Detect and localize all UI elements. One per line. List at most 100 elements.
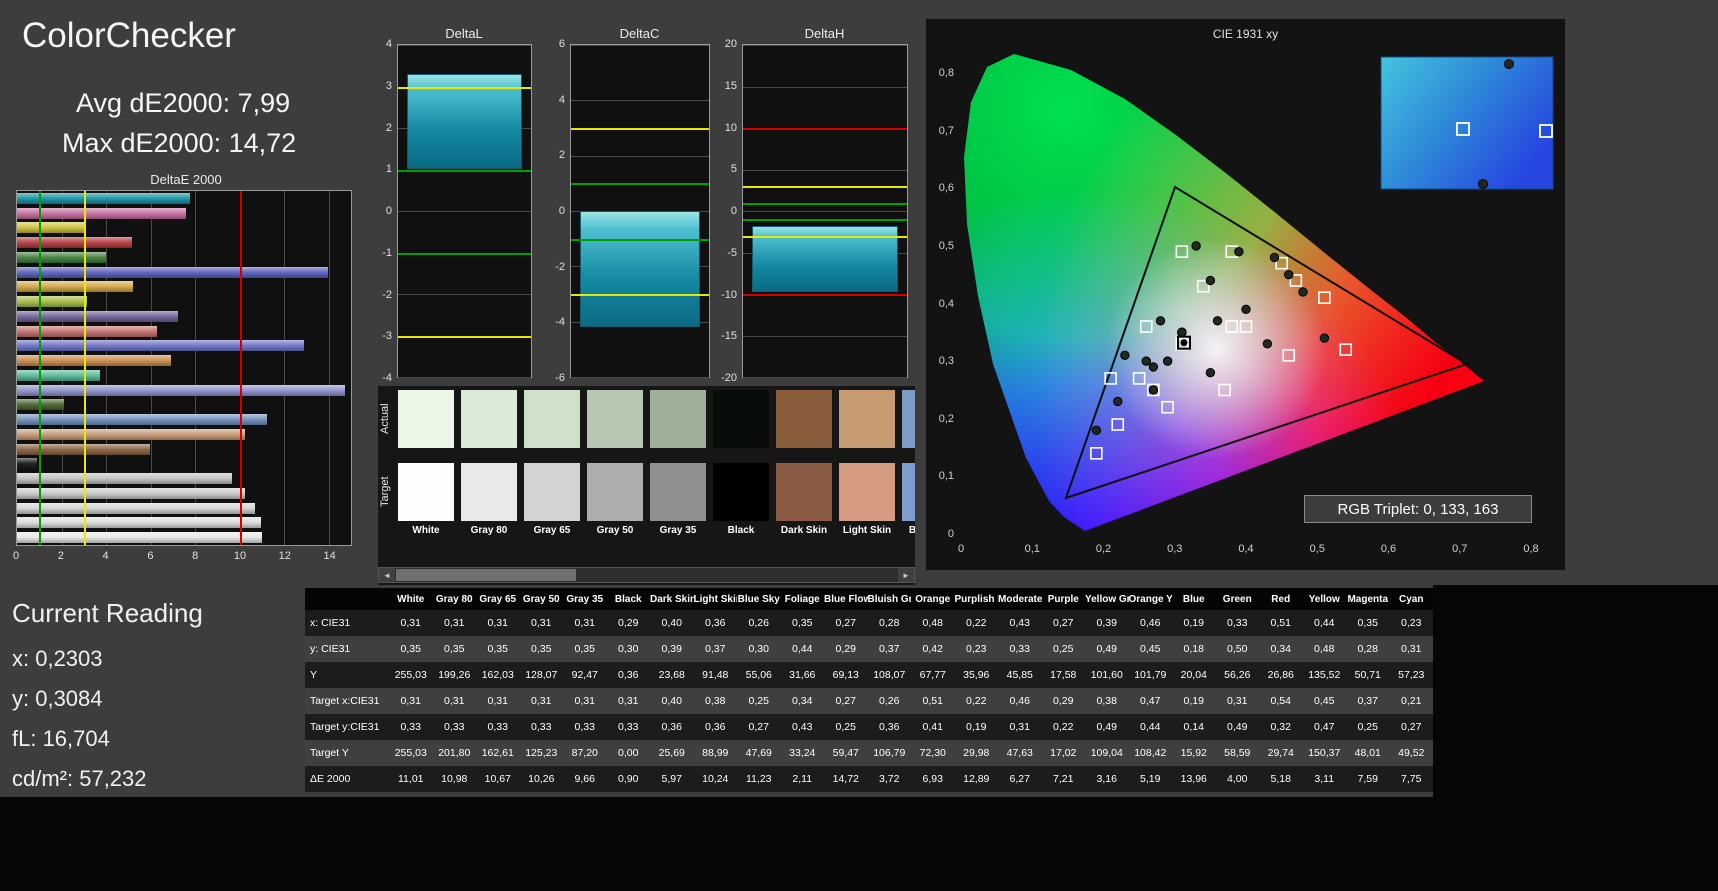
table-cell: 0,43 [1009,617,1030,629]
column-header: Purple [1041,588,1085,610]
table-cell: 0,44 [792,643,813,655]
table-cell: 128,07 [525,669,558,681]
table-cell: 0,31 [1009,721,1030,733]
table-cell: 14,72 [832,773,859,785]
table-cell: 0,42 [922,643,943,655]
table-cell: 201,80 [438,747,471,759]
table-cell: 10,24 [702,773,729,785]
table-cell: 0,36 [705,721,726,733]
column-header: Gray 65 [476,588,520,610]
table-cell: 0,37 [1357,695,1378,707]
deltae-x-tick: 12 [278,550,291,562]
table-cell: 10,67 [484,773,511,785]
table-cell: 162,03 [481,669,514,681]
table-cell: 0,26 [748,617,769,629]
table-cell: 150,37 [1308,747,1341,759]
table-cell: 5,97 [661,773,682,785]
table-cell: 4,00 [1227,773,1248,785]
scroll-left-button[interactable]: ◄ [379,568,395,582]
table-cell: 5,19 [1140,773,1161,785]
table-cell: 15,92 [1180,747,1207,759]
column-header: Cyan [1389,588,1433,610]
deltae-x-axis: 0 2 4 6 8 10 12 14 [12,550,352,568]
table-cell: 0,32 [1270,721,1291,733]
table-cell: 0,27 [748,721,769,733]
table-cell: 25,69 [658,747,685,759]
gridline [571,377,709,378]
table-cell: 0,28 [879,617,900,629]
scrollbar-thumb[interactable] [396,569,576,581]
reading-fl-value: fL: 16,704 [12,726,110,751]
ref-line [571,128,709,130]
measured-point [1091,425,1102,435]
actual-swatch-gray-65 [524,390,580,448]
ref-line [571,294,709,296]
table-cell: 6,93 [922,773,943,785]
y-tick: 6 [558,38,565,50]
target-swatch-gray-65 [524,463,580,521]
deltal-chart: DeltaL 4 3 2 1 0 -1 -2 -3 -4 [375,24,533,384]
deltal-plot-area [397,44,532,378]
y-tick: 15 [724,79,737,92]
swatch-label: Gray 65 [533,525,571,536]
table-cell: 0,46 [1140,617,1161,629]
actual-swatch-light-skin [839,390,895,448]
table-cell: 0,39 [661,643,682,655]
target-swatch-gray-50 [587,463,643,521]
chart-title: DeltaE 2000 [150,172,222,187]
table-cell: 50,71 [1354,669,1381,681]
column-header: Magenta [1346,588,1390,610]
table-cell: 0,23 [966,643,987,655]
column-header: Moderate Red [998,588,1042,610]
deltac-y-axis: 6 4 2 0 -2 -4 -6 [548,38,568,384]
ref-line [398,86,531,89]
ref-line [571,183,709,186]
chart-title: DeltaL [445,26,483,41]
measured-point [1155,316,1166,326]
table-cell: 0,36 [705,617,726,629]
table-cell: 0,31 [1401,643,1422,655]
y-tick: -20 [721,372,737,384]
reading-y-value: y: 0,3084 [12,686,103,711]
deltac-bar [580,211,700,328]
measured-point [1262,339,1273,349]
table-cell: 0,48 [1314,643,1335,655]
table-cell: 0,26 [879,695,900,707]
swatch-label: Gray 35 [659,525,697,536]
table-cell: 108,07 [873,669,906,681]
table-cell: 0,31 [400,617,421,629]
gridline [743,335,907,337]
reading-x-value: x: 0,2303 [12,646,103,671]
swatch-label: White [412,525,440,536]
target-swatch-dark-skin [776,463,832,521]
table-cell: 0,25 [835,721,856,733]
scroll-right-button[interactable]: ► [898,568,914,582]
table-cell: 0,18 [1183,643,1204,655]
column-header: Gray 50 [519,588,563,610]
table-cell: 0,31 [487,617,508,629]
measured-point [1141,356,1151,366]
measured-point [1212,316,1223,326]
gridline [398,377,531,378]
table-cell: 45,85 [1006,669,1033,681]
table-cell: 11,01 [398,773,424,785]
rgb-triplet-label: RGB Triplet: 0, 133, 163 [1304,495,1532,523]
table-cell: 0,35 [444,643,465,655]
swatch-scrollbar[interactable]: ◄ ► [378,567,915,583]
y-tick: 2 [385,121,392,134]
table-cell: 47,69 [745,747,772,759]
table-cell: 0,48 [922,617,943,629]
deltae-x-tick: 0 [12,550,20,562]
inset-measured-dot [1504,59,1514,69]
actual-swatch-gray-50 [587,390,643,448]
deltae-x-tick: 2 [57,550,64,562]
measured-point [1205,275,1216,286]
target-row-label: Target [379,476,391,508]
y-tick: -6 [555,372,565,384]
deltae-ref-line [39,191,42,545]
target-swatch-gray-80 [461,463,517,521]
table-cell: 0,27 [835,617,856,629]
ref-line [571,238,709,241]
row-label: Y [310,669,318,681]
table-cell: 0,47 [1140,695,1161,707]
